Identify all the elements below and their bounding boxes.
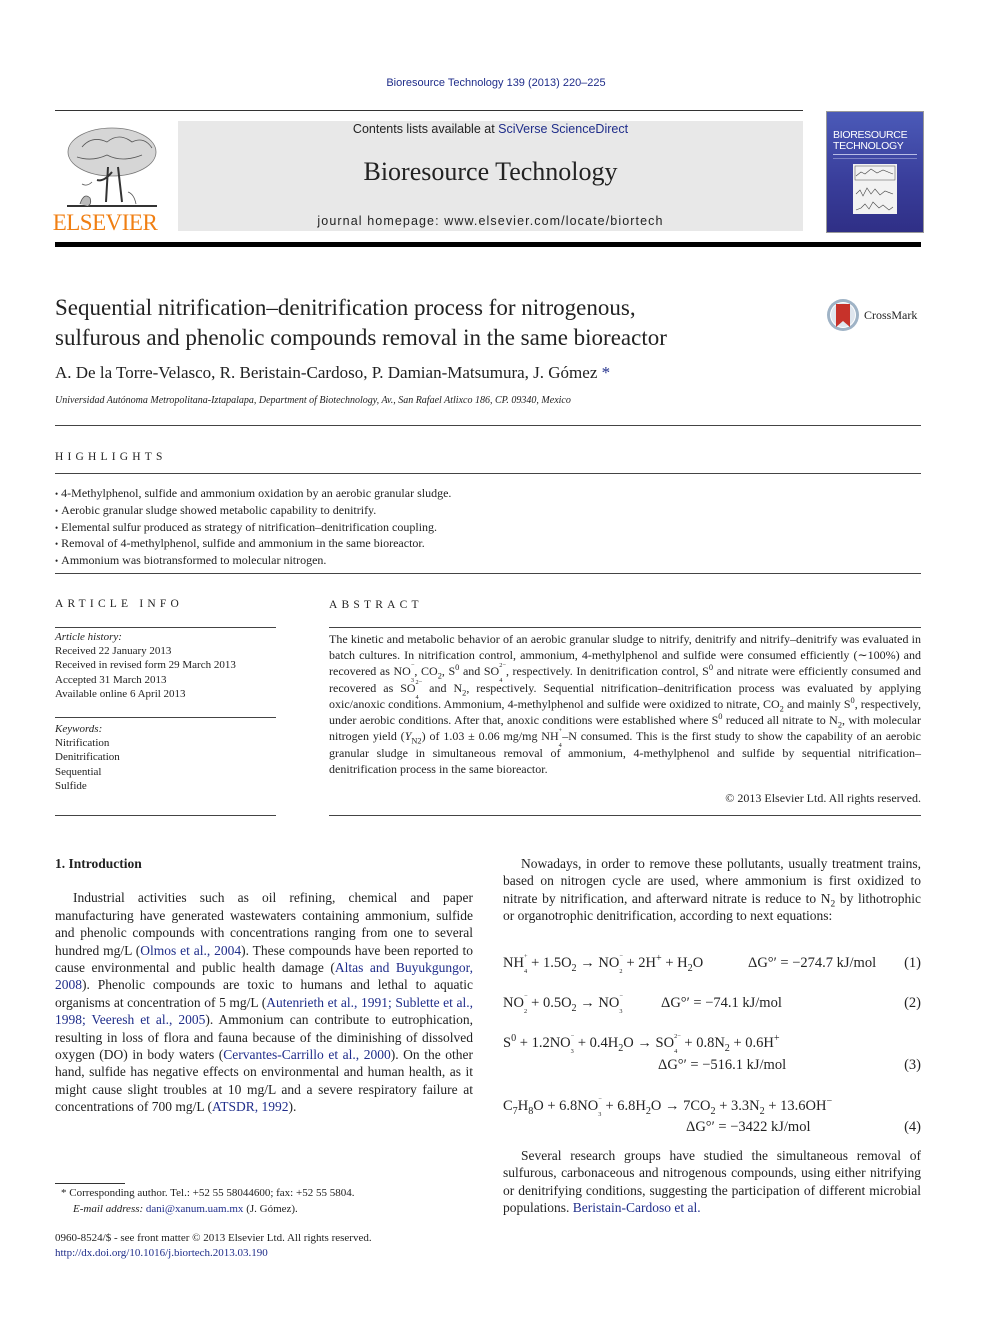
divider xyxy=(55,573,921,574)
abstract-body: The kinetic and metabolic behavior of an… xyxy=(329,632,922,776)
contents-prefix: Contents lists available at xyxy=(352,122,499,136)
divider xyxy=(55,425,921,426)
equation-number: (2) xyxy=(904,995,921,1011)
footnote: * Corresponding author. Tel.: +52 55 580… xyxy=(55,1186,354,1217)
history-online: Available online 6 April 2013 xyxy=(55,687,186,700)
crossmark-icon xyxy=(827,299,859,331)
elsevier-tree-icon xyxy=(67,127,157,207)
highlight-item: Aerobic granular sludge showed metabolic… xyxy=(55,503,451,520)
journal-banner: Contents lists available at SciVerse Sci… xyxy=(178,121,803,231)
journal-cover-thumbnail[interactable]: BIORESOURCE TECHNOLOGY xyxy=(826,111,924,233)
equation-2: NO− 2 + 0.5O2 → NO− 3 ΔG°′ = −74.1 kJ/mol … xyxy=(503,993,921,1016)
highlights-list: 4-Methylphenol, sulfide and ammonium oxi… xyxy=(55,486,451,570)
equation-3: S0 + 1.2NO− 3 + 0.4H2O → SO2− 4 + 0.8N2 + … xyxy=(503,1033,780,1056)
equation-energy: ΔG°′ = −3422 kJ/mol xyxy=(686,1119,811,1135)
equation-energy: ΔG°′ = −516.1 kJ/mol xyxy=(658,1057,787,1073)
reference-link[interactable]: Beristain-Cardoso et al. xyxy=(573,1200,701,1215)
author-list: A. De la Torre-Velasco, R. Beristain-Car… xyxy=(55,363,598,382)
divider xyxy=(55,473,921,474)
sciencedirect-link[interactable]: SciVerse ScienceDirect xyxy=(498,122,628,136)
copyright-notice: © 2013 Elsevier Ltd. All rights reserved… xyxy=(725,791,921,805)
keywords-label: Keywords: xyxy=(55,723,103,735)
cover-text-line xyxy=(833,158,917,159)
introduction-right-column: Nowadays, in order to remove these pollu… xyxy=(503,855,921,925)
cover-divider xyxy=(833,154,917,155)
affiliation: Universidad Autónoma Metropolitana-Iztap… xyxy=(55,395,571,406)
paragraph: Several research groups have studied the… xyxy=(503,1148,921,1216)
email-line: E-mail address: dani@xanum.uam.mx (J. Gó… xyxy=(55,1202,354,1218)
title-line-1: Sequential nitrification–denitrification… xyxy=(55,295,636,320)
header-thick-rule xyxy=(55,242,921,247)
highlight-item: Ammonium was biotransformed to molecular… xyxy=(55,553,451,570)
article-title: Sequential nitrification–denitrification… xyxy=(55,293,795,353)
highlight-item: Elemental sulfur produced as strategy of… xyxy=(55,520,451,537)
corresponding-author-link[interactable]: * xyxy=(602,363,611,382)
crossmark-label: CrossMark xyxy=(864,308,918,322)
corresponding-author-note: * Corresponding author. Tel.: +52 55 580… xyxy=(61,1187,355,1199)
cover-title-line2: TECHNOLOGY xyxy=(833,140,904,152)
footnote-rule xyxy=(55,1183,125,1184)
equation-4: C7H8O + 6.8NO− 3 + 6.8H2O → 7CO2 + 3.3N2 … xyxy=(503,1096,833,1119)
equation-number: (3) xyxy=(904,1057,921,1073)
equation-energy: ΔG°′ = −74.1 kJ/mol xyxy=(661,995,782,1011)
history-received: Received 22 January 2013 xyxy=(55,645,172,658)
highlight-item: Removal of 4-methylphenol, sulfide and a… xyxy=(55,536,451,553)
issn-line: 0960-8524/$ - see front matter © 2013 El… xyxy=(55,1232,372,1244)
equation-number: (4) xyxy=(904,1119,921,1135)
section-heading: 1. Introduction xyxy=(55,856,142,871)
article-info-heading: ARTICLE INFO xyxy=(55,598,183,610)
journal-name: Bioresource Technology xyxy=(363,157,618,186)
keyword: Nitrification xyxy=(55,737,110,750)
cover-chart-icon xyxy=(854,165,896,211)
history-label: Article history: xyxy=(55,631,122,643)
contents-line: Contents lists available at SciVerse Sci… xyxy=(178,122,803,136)
cover-title: BIORESOURCE TECHNOLOGY xyxy=(833,130,908,152)
divider xyxy=(329,627,921,628)
paragraph: Industrial activities such as oil refini… xyxy=(55,890,473,1115)
divider xyxy=(55,717,276,718)
highlight-item: 4-Methylphenol, sulfide and ammonium oxi… xyxy=(55,486,451,503)
reference-link[interactable]: Cervantes-Carrillo et al., 2000 xyxy=(223,1047,390,1062)
equation-energy: ΔG°′ = −274.7 kJ/mol xyxy=(748,955,877,971)
email-link[interactable]: dani@xanum.uam.mx xyxy=(146,1203,244,1215)
introduction-left-column: 1. Introduction Industrial activities su… xyxy=(55,855,473,1116)
reference-link[interactable]: ATSDR, 1992 xyxy=(212,1099,289,1114)
title-line-2: sulfurous and phenolic compounds removal… xyxy=(55,325,667,350)
reference-link[interactable]: Olmos et al., 2004 xyxy=(140,943,241,958)
journal-citation[interactable]: Bioresource Technology 139 (2013) 220–22… xyxy=(0,77,992,89)
introduction-right-column-continued: Several research groups have studied the… xyxy=(503,1147,921,1217)
email-owner: (J. Gómez). xyxy=(243,1202,298,1215)
divider xyxy=(55,627,276,628)
header-rule xyxy=(55,110,803,111)
authors: A. De la Torre-Velasco, R. Beristain-Car… xyxy=(55,363,610,383)
cover-figure xyxy=(853,164,897,214)
equation-number: (1) xyxy=(904,955,921,971)
elsevier-logo: ELSEVIER xyxy=(52,116,174,236)
front-matter: 0960-8524/$ - see front matter © 2013 El… xyxy=(55,1231,372,1260)
keywords: Keywords: Nitrification Denitrification … xyxy=(55,722,275,793)
equation-1: NH+ 4 + 1.5O2 → NO− 2 + 2H+ + H2O ΔG°′ = −… xyxy=(503,953,921,976)
paragraph: Nowadays, in order to remove these pollu… xyxy=(503,856,921,924)
email-label: E-mail address: xyxy=(73,1202,146,1215)
article-history: Article history: Received 22 January 201… xyxy=(55,630,275,701)
abstract-heading: ABSTRACT xyxy=(329,599,423,611)
doi-link[interactable]: http://dx.doi.org/10.1016/j.biortech.201… xyxy=(55,1247,268,1259)
crossmark-button[interactable]: CrossMark xyxy=(826,298,926,334)
keyword: Sequential xyxy=(55,765,102,778)
citation-link[interactable]: Bioresource Technology 139 (2013) 220–22… xyxy=(386,77,605,89)
keyword: Sulfide xyxy=(55,779,87,792)
divider xyxy=(329,815,921,816)
keyword: Denitrification xyxy=(55,751,120,764)
divider xyxy=(55,815,276,816)
history-accepted: Accepted 31 March 2013 xyxy=(55,673,167,686)
highlights-heading: HIGHLIGHTS xyxy=(55,451,167,463)
elsevier-wordmark: ELSEVIER xyxy=(52,210,158,235)
journal-homepage[interactable]: journal homepage: www.elsevier.com/locat… xyxy=(178,214,803,228)
history-revised: Received in revised form 29 March 2013 xyxy=(55,659,236,672)
